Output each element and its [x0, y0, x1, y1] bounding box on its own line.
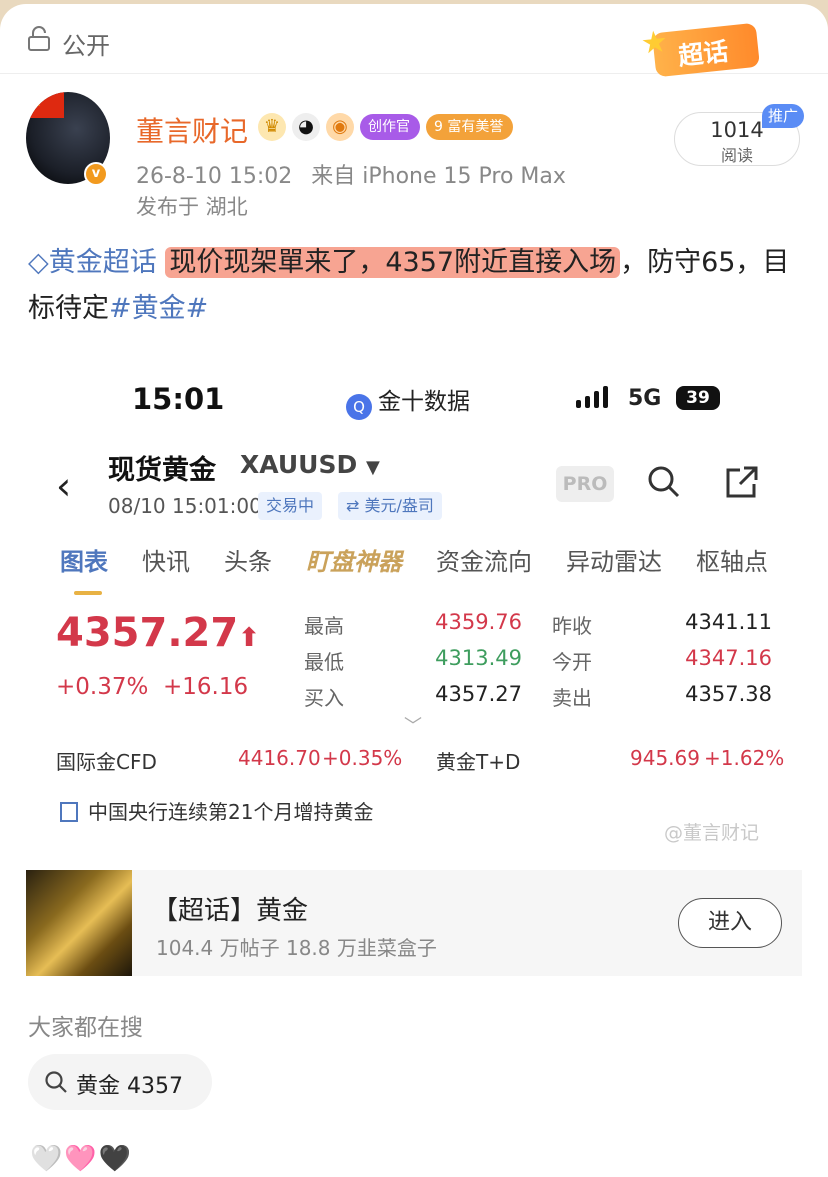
- topic-card-stats: 104.4 万帖子 18.8 万韭菜盒子: [156, 936, 437, 960]
- post-source: 来自 iPhone 15 Pro Max: [311, 164, 566, 189]
- caret-down-icon: ▼: [365, 457, 380, 478]
- quote-time: 08/10 15:01:00: [108, 494, 262, 518]
- news-icon: [60, 802, 78, 822]
- instrument-name: 现货黄金: [108, 455, 216, 486]
- fish-icon[interactable]: ◉: [326, 113, 354, 141]
- tab-fund-flow: 资金流向: [436, 548, 532, 576]
- star-icon: ★: [639, 24, 670, 62]
- topic-card-title: 【超话】黄金: [152, 896, 309, 926]
- super-topic-badge[interactable]: ★ 超话: [639, 22, 761, 78]
- bid-value: 4357.27: [435, 682, 522, 706]
- share-icon: [726, 466, 758, 498]
- status-time: 15:01: [132, 382, 225, 416]
- td-value: 945.69: [630, 746, 700, 770]
- network-label: 5G: [628, 386, 662, 411]
- author-name[interactable]: 董言财记: [136, 110, 248, 150]
- back-arrow-icon: ‹: [56, 464, 72, 508]
- post-time: 26-8-10 15:02: [136, 164, 293, 189]
- flag-icon: ★: [26, 92, 64, 118]
- embedded-screenshot[interactable]: 15:01 Q 金十数据 5G 39 ‹ 现货黄金 XAUUSD ▼ 08/10 …: [26, 356, 802, 846]
- open-value: 4347.16: [685, 646, 772, 670]
- tab-bar: 图表 快讯 头条 盯盘神器 资金流向 异动雷达 枢轴点: [60, 542, 802, 595]
- watermark: @董言财记: [664, 822, 760, 844]
- reputation-level: 9: [434, 119, 443, 135]
- verified-badge: v: [84, 162, 108, 186]
- search-chip[interactable]: 黄金 4357: [28, 1054, 212, 1110]
- instrument-symbol: XAUUSD ▼: [240, 450, 380, 479]
- status-app: Q 金十数据: [346, 382, 470, 420]
- tab-headlines: 头条: [224, 548, 272, 576]
- tab-chart: 图表: [60, 542, 108, 595]
- search-chip-text: 黄金 4357: [76, 1074, 183, 1099]
- post-body: ◇黄金超话 现价现架單来了，4357附近直接入场 ，防守65，目标待定#黄金#: [28, 240, 800, 332]
- cfd-value: 4416.70: [238, 746, 321, 770]
- tab-pivot: 枢轴点: [696, 548, 768, 576]
- reputation-tag[interactable]: 9 富有美誉: [426, 114, 514, 140]
- cfd-change: +0.35%: [322, 746, 403, 770]
- battery-icon: 39: [676, 386, 720, 410]
- chevron-down-icon: ﹀: [404, 716, 422, 737]
- tab-radar: 异动雷达: [566, 548, 662, 576]
- crown-icon[interactable]: ♛: [258, 113, 286, 141]
- last-price: 4357.27⬆: [56, 610, 260, 656]
- pro-badge: PRO: [556, 466, 614, 502]
- promote-badge[interactable]: 推广: [762, 104, 804, 128]
- creator-tag[interactable]: 创作官: [360, 114, 420, 140]
- heart-icons: 🤍🩷🖤: [30, 1144, 134, 1174]
- post-card: 公开 ★ 超话 ★ v 董言财记 ♛ ◕ ◉ 创作官 9 富有美誉 26-8-1…: [0, 4, 828, 1177]
- gold-bars-image: [26, 870, 132, 976]
- prev-close-label: 昨收: [552, 614, 592, 638]
- td-change: +1.62%: [704, 746, 785, 770]
- post-meta: 26-8-10 15:02 来自 iPhone 15 Pro Max: [136, 158, 566, 190]
- author-badges: ♛ ◕ ◉ 创作官 9 富有美誉: [258, 112, 514, 142]
- low-value: 4313.49: [435, 646, 522, 670]
- signal-icon: [576, 386, 608, 408]
- high-label: 最高: [304, 614, 344, 638]
- cfd-label: 国际金CFD: [56, 750, 157, 774]
- status-app-name: 金十数据: [378, 389, 470, 415]
- visibility-label[interactable]: 公开: [62, 26, 110, 61]
- read-label: 阅读: [720, 146, 753, 165]
- app-icon: Q: [346, 394, 372, 420]
- enter-button[interactable]: 进入: [678, 898, 782, 948]
- reputation-label: 富有美誉: [447, 119, 504, 135]
- diamond-icon: ◇: [28, 247, 49, 278]
- trending-search-heading: 大家都在搜: [28, 1015, 143, 1041]
- prev-close-value: 4341.11: [685, 610, 772, 634]
- up-arrow-icon: ⬆: [238, 623, 260, 653]
- trade-status: 交易中: [258, 492, 323, 520]
- highlighted-text: 现价现架單来了，4357附近直接入场: [165, 247, 621, 278]
- post-location: 发布于 湖北: [136, 195, 248, 219]
- topic-link[interactable]: 黄金超话: [49, 247, 157, 278]
- top-bar: 公开 ★ 超话: [0, 4, 828, 78]
- ask-label: 卖出: [552, 686, 592, 710]
- search-icon: [648, 466, 680, 498]
- topic-card[interactable]: 【超话】黄金 104.4 万帖子 18.8 万韭菜盒子 进入: [26, 870, 802, 976]
- lock-icon: [28, 26, 50, 51]
- hashtag-link[interactable]: #黄金#: [109, 293, 208, 324]
- tab-flash: 快讯: [142, 548, 190, 576]
- super-topic-label: 超话: [677, 36, 730, 71]
- high-value: 4359.76: [435, 610, 522, 634]
- price-change: +0.37% +16.16: [56, 674, 249, 700]
- low-label: 最低: [304, 650, 344, 674]
- td-label: 黄金T+D: [436, 750, 521, 774]
- tab-watch-tool: 盯盘神器: [306, 548, 402, 576]
- open-label: 今开: [552, 650, 592, 674]
- search-icon: [45, 1071, 67, 1093]
- ask-value: 4357.38: [685, 682, 772, 706]
- news-line: 中国央行连续第21个月增持黄金: [60, 796, 373, 825]
- price-unit: ⇄ 美元/盎司: [338, 492, 442, 520]
- panda-icon[interactable]: ◕: [292, 113, 320, 141]
- bid-label: 买入: [304, 686, 344, 710]
